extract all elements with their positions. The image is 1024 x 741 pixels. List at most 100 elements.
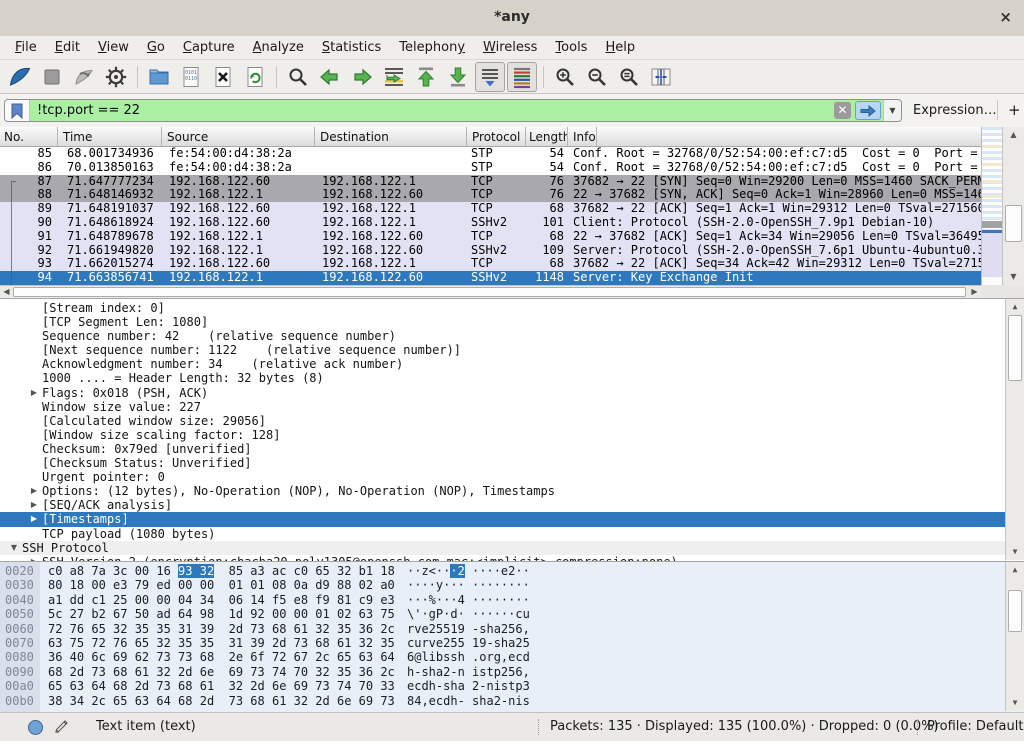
- expand-right-icon[interactable]: ▶: [26, 484, 42, 498]
- resize-columns-button[interactable]: [646, 62, 676, 92]
- detail-line[interactable]: ▶Flags: 0x018 (PSH, ACK): [0, 386, 1005, 400]
- detail-line[interactable]: Sequence number: 42 (relative sequence n…: [0, 329, 1005, 343]
- expert-info-icon[interactable]: [28, 720, 43, 735]
- detail-line[interactable]: ▶Options: (12 bytes), No-Operation (NOP)…: [0, 484, 1005, 498]
- detail-line[interactable]: [Stream index: 0]: [0, 301, 1005, 315]
- capture-restart-button[interactable]: [69, 62, 99, 92]
- menu-file[interactable]: File: [6, 37, 46, 58]
- menu-telephony[interactable]: Telephony: [390, 37, 474, 58]
- hex-row-00b0[interactable]: 00b038 34 2c 65 63 64 68 2d 73 68 61 32 …: [0, 694, 1005, 708]
- column-header-time[interactable]: Time: [58, 127, 162, 146]
- detail-line[interactable]: Window size value: 227: [0, 400, 1005, 414]
- column-header-protocol[interactable]: Protocol: [467, 127, 526, 146]
- go-forward-button[interactable]: [347, 62, 377, 92]
- scrollbar-thumb[interactable]: [1008, 590, 1022, 632]
- window-close-button[interactable]: ×: [999, 8, 1012, 26]
- detail-line[interactable]: TCP payload (1080 bytes): [0, 527, 1005, 541]
- menu-go[interactable]: Go: [138, 37, 174, 58]
- filter-clear-button[interactable]: ✕: [834, 102, 851, 119]
- packet-row-85[interactable]: 8568.001734936fe:54:00:d4:38:2aSTP54Conf…: [0, 147, 981, 161]
- packet-list-minimap[interactable]: [981, 127, 1002, 285]
- hex-row-0020[interactable]: 0020c0 a8 7a 3c 00 16 93 32 85 a3 ac c0 …: [0, 564, 1005, 578]
- hex-row-0040[interactable]: 0040a1 dd c1 25 00 00 04 34 06 14 f5 e8 …: [0, 593, 1005, 607]
- capture-stop-button[interactable]: [37, 62, 67, 92]
- detail-line[interactable]: ▶[SEQ/ACK analysis]: [0, 498, 1005, 512]
- bytes-vertical-scrollbar[interactable]: ▲ ▼: [1005, 562, 1024, 711]
- menu-edit[interactable]: Edit: [46, 37, 89, 58]
- packet-row-87[interactable]: 8771.647777234192.168.122.60192.168.122.…: [0, 175, 981, 189]
- capture-comment-icon[interactable]: [54, 719, 69, 738]
- scroll-up-arrow[interactable]: ▲: [1006, 300, 1024, 314]
- detail-line[interactable]: [TCP Segment Len: 1080]: [0, 315, 1005, 329]
- hex-row-0050[interactable]: 00505c 27 b2 67 50 ad 64 98 1d 92 00 00 …: [0, 607, 1005, 621]
- go-back-button[interactable]: [315, 62, 345, 92]
- auto-scroll-button[interactable]: [475, 62, 505, 92]
- detail-line[interactable]: Checksum: 0x79ed [unverified]: [0, 442, 1005, 456]
- scrollbar-thumb[interactable]: [13, 287, 966, 297]
- zoom-out-button[interactable]: [582, 62, 612, 92]
- menu-wireless[interactable]: Wireless: [474, 37, 546, 58]
- column-header-length[interactable]: Length: [526, 127, 568, 146]
- menu-help[interactable]: Help: [596, 37, 644, 58]
- expand-right-icon[interactable]: ▶: [26, 498, 42, 512]
- find-packet-button[interactable]: [283, 62, 313, 92]
- detail-line[interactable]: ▼SSH Protocol: [0, 541, 1005, 555]
- display-filter-input[interactable]: !tcp.port == 22 ✕ ▼: [4, 99, 902, 122]
- detail-line[interactable]: [Checksum Status: Unverified]: [0, 456, 1005, 470]
- detail-line[interactable]: [Window size scaling factor: 128]: [0, 428, 1005, 442]
- column-header-info[interactable]: Info: [568, 127, 597, 146]
- packet-row-86[interactable]: 8670.013850163fe:54:00:d4:38:2aSTP54Conf…: [0, 161, 981, 175]
- detail-line[interactable]: ▶[Timestamps]: [0, 512, 1005, 526]
- packet-list-horizontal-scrollbar[interactable]: ◀ ▶: [0, 285, 981, 298]
- expand-right-icon[interactable]: ▶: [26, 512, 42, 526]
- scroll-up-arrow[interactable]: ▲: [1003, 128, 1024, 142]
- packet-row-94[interactable]: 9471.663856741192.168.122.1192.168.122.6…: [0, 271, 981, 285]
- menu-capture[interactable]: Capture: [174, 37, 244, 58]
- details-vertical-scrollbar[interactable]: ▲ ▼: [1005, 299, 1024, 560]
- scroll-up-arrow[interactable]: ▲: [1006, 563, 1024, 577]
- filter-add-button[interactable]: +: [1008, 101, 1021, 119]
- capture-options-button[interactable]: [101, 62, 131, 92]
- packet-row-88[interactable]: 8871.648146932192.168.122.1192.168.122.6…: [0, 188, 981, 202]
- filter-apply-button[interactable]: [855, 101, 881, 120]
- hex-row-0080[interactable]: 008036 40 6c 69 62 73 73 68 2e 6f 72 67 …: [0, 650, 1005, 664]
- hex-row-0070[interactable]: 007063 75 72 76 65 32 35 35 31 39 2d 73 …: [0, 636, 1005, 650]
- capture-start-button[interactable]: [5, 62, 35, 92]
- file-save-button[interactable]: 01010110: [176, 62, 206, 92]
- packet-row-89[interactable]: 8971.648191037192.168.122.60192.168.122.…: [0, 202, 981, 216]
- scrollbar-thumb[interactable]: [1005, 205, 1022, 242]
- scroll-left-arrow[interactable]: ◀: [0, 286, 13, 298]
- hex-row-0060[interactable]: 006072 76 65 32 35 35 31 39 2d 73 68 61 …: [0, 622, 1005, 636]
- hex-row-0090[interactable]: 009068 2d 73 68 61 32 2d 6e 69 73 74 70 …: [0, 665, 1005, 679]
- expand-right-icon[interactable]: ▶: [26, 386, 42, 400]
- packet-row-92[interactable]: 9271.661949820192.168.122.1192.168.122.6…: [0, 244, 981, 258]
- filter-bookmark-button[interactable]: [5, 100, 30, 121]
- detail-line[interactable]: 1000 .... = Header Length: 32 bytes (8): [0, 371, 1005, 385]
- hex-row-0030[interactable]: 003080 18 00 e3 79 ed 00 00 01 01 08 0a …: [0, 578, 1005, 592]
- scrollbar-thumb[interactable]: [1008, 315, 1022, 381]
- menu-view[interactable]: View: [89, 37, 138, 58]
- hex-row-00a0[interactable]: 00a065 63 64 68 2d 73 68 61 32 2d 6e 69 …: [0, 679, 1005, 693]
- packet-row-90[interactable]: 9071.648618924192.168.122.60192.168.122.…: [0, 216, 981, 230]
- column-header-destination[interactable]: Destination: [315, 127, 467, 146]
- file-open-button[interactable]: [144, 62, 174, 92]
- packet-row-93[interactable]: 9371.662015274192.168.122.60192.168.122.…: [0, 257, 981, 271]
- filter-dropdown-caret[interactable]: ▼: [883, 100, 901, 121]
- go-to-packet-button[interactable]: [379, 62, 409, 92]
- packet-row-91[interactable]: 9171.648789678192.168.122.1192.168.122.6…: [0, 230, 981, 244]
- status-profile[interactable]: Profile: Default: [927, 719, 1023, 734]
- file-close-button[interactable]: [208, 62, 238, 92]
- scroll-down-arrow[interactable]: ▼: [1003, 270, 1024, 284]
- go-top-button[interactable]: [411, 62, 441, 92]
- filter-text[interactable]: !tcp.port == 22: [30, 103, 834, 118]
- colorize-button[interactable]: [507, 62, 537, 92]
- go-bottom-button[interactable]: [443, 62, 473, 92]
- menu-analyze[interactable]: Analyze: [244, 37, 313, 58]
- zoom-reset-button[interactable]: [614, 62, 644, 92]
- scroll-down-arrow[interactable]: ▼: [1006, 696, 1024, 710]
- detail-line[interactable]: Urgent pointer: 0: [0, 470, 1005, 484]
- menu-tools[interactable]: Tools: [546, 37, 596, 58]
- detail-line[interactable]: Acknowledgment number: 34 (relative ack …: [0, 357, 1005, 371]
- scroll-right-arrow[interactable]: ▶: [968, 286, 981, 298]
- expand-down-icon[interactable]: ▼: [6, 541, 22, 555]
